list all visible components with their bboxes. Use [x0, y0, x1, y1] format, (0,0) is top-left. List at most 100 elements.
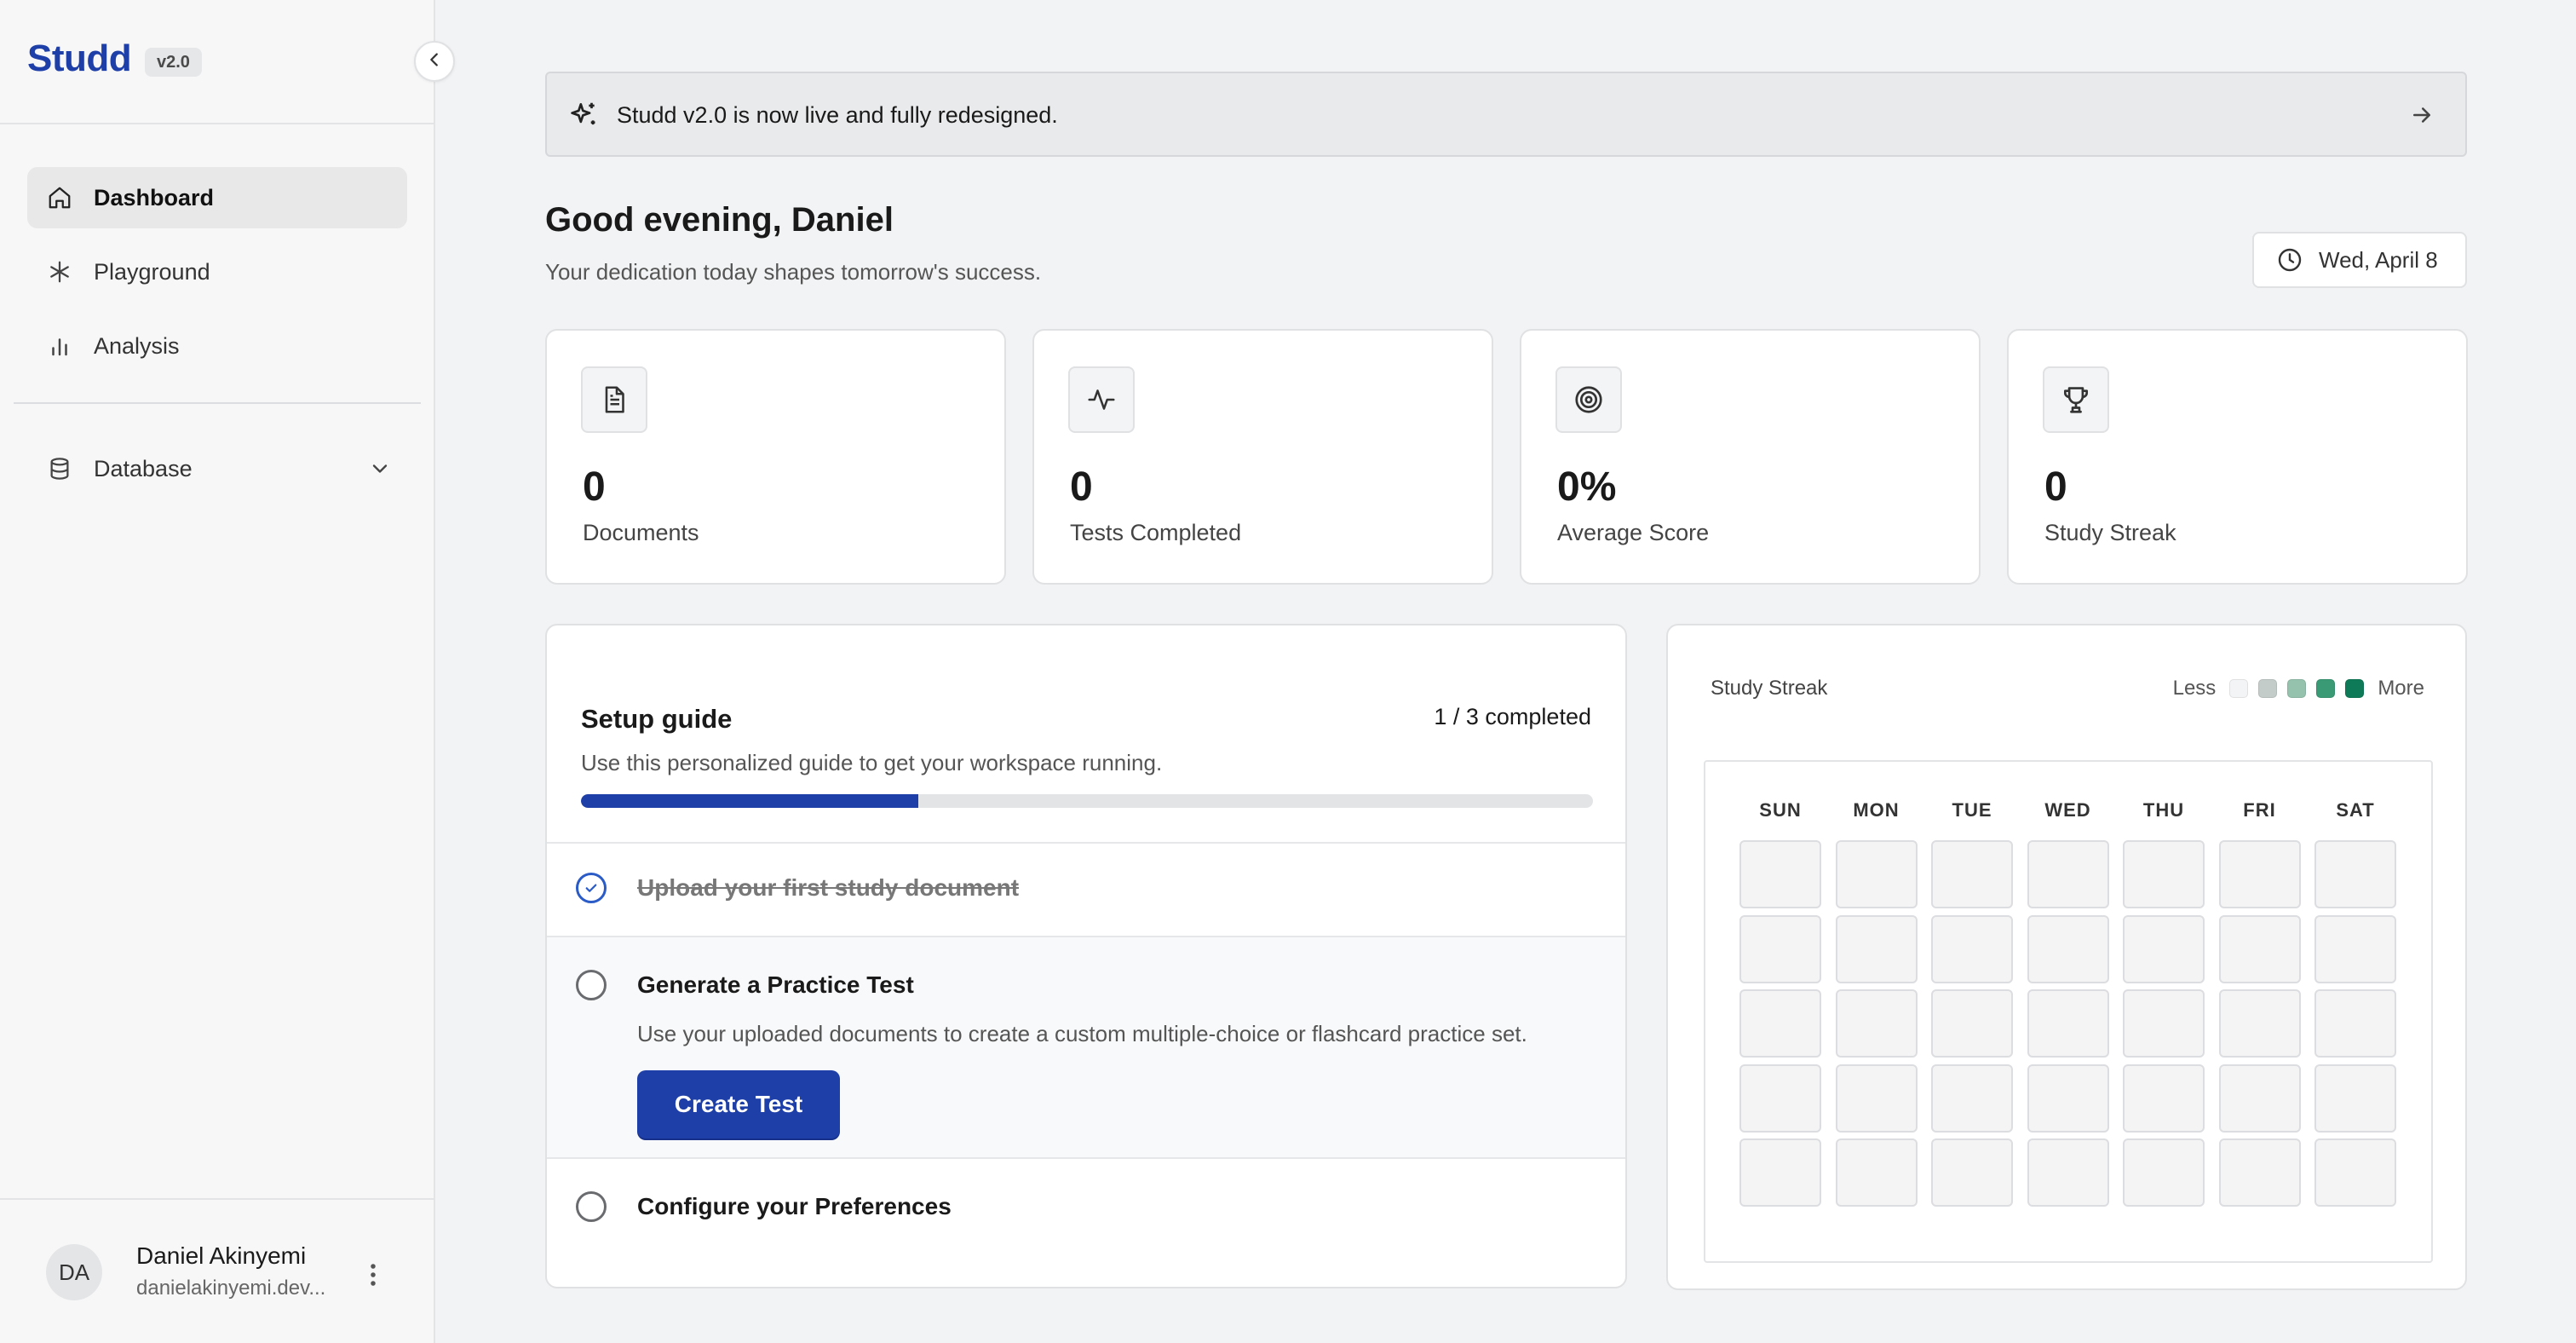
trophy-icon: [2043, 366, 2109, 433]
current-date: Wed, April 8: [2319, 246, 2438, 273]
avatar: DA: [46, 1244, 102, 1300]
calendar-day-cell: [2218, 1138, 2301, 1207]
legend-swatch: [2316, 679, 2336, 698]
arrow-right-icon[interactable]: [2409, 102, 2435, 132]
activity-icon: [1068, 366, 1135, 433]
database-icon: [46, 455, 73, 482]
calendar-day-cell: [2218, 840, 2301, 908]
stat-card-documents[interactable]: 0 Documents: [545, 329, 1006, 585]
collapse-sidebar-button[interactable]: [414, 41, 455, 82]
calendar-day-cell: [2123, 840, 2205, 908]
calendar-day-cell: [1931, 914, 2013, 983]
sidebar-item-label: Database: [94, 455, 193, 481]
calendar-day-cell: [2123, 1063, 2205, 1133]
setup-step-upload[interactable]: Upload your first study document: [547, 842, 1625, 936]
check-circle-icon[interactable]: [576, 873, 607, 903]
setup-guide-title: Setup guide: [581, 704, 733, 734]
setup-progress-fill: [581, 794, 918, 808]
setup-progress-text: 1 / 3 completed: [1434, 704, 1591, 729]
calendar-day-cell: [2123, 1138, 2205, 1207]
user-profile[interactable]: DA Daniel Akinyemi danielakinyemi.dev...: [0, 1198, 434, 1343]
sidebar-item-playground[interactable]: Playground: [27, 241, 407, 303]
clock-icon: [2276, 246, 2303, 274]
calendar-day-cell: [2027, 840, 2109, 908]
sidebar-header: Studd v2.0: [0, 0, 434, 124]
page-title: Good evening, Daniel: [545, 201, 894, 239]
calendar-day-cell: [2314, 989, 2396, 1058]
setup-guide: Setup guide 1 / 3 completed Use this per…: [545, 624, 1627, 1288]
more-vertical-icon[interactable]: [363, 1258, 383, 1292]
streak-legend: Less More: [2173, 677, 2424, 700]
calendar-day-cell: [1739, 1063, 1821, 1133]
chevron-left-icon: [425, 50, 444, 73]
day-of-week-label: WED: [2044, 799, 2091, 821]
legend-more-label: More: [2378, 677, 2424, 700]
calendar-day-cell: [1739, 989, 1821, 1058]
stat-card-tests[interactable]: 0 Tests Completed: [1032, 329, 1493, 585]
step-title: Configure your Preferences: [637, 1193, 952, 1219]
calendar-day-cell: [2218, 1063, 2301, 1133]
circle-icon[interactable]: [576, 1191, 607, 1222]
calendar-day-cell: [1835, 1063, 1918, 1133]
sidebar-item-analysis[interactable]: Analysis: [27, 315, 407, 377]
sidebar-item-dashboard[interactable]: Dashboard: [27, 167, 407, 228]
home-icon: [46, 184, 73, 211]
step-description: Use your uploaded documents to create a …: [637, 1021, 1527, 1046]
legend-swatch: [2287, 679, 2307, 698]
legend-swatch: [2229, 679, 2249, 698]
day-of-week-label: MON: [1853, 799, 1900, 821]
stat-card-study-streak[interactable]: 0 Study Streak: [2007, 329, 2468, 585]
calendar-day-cell: [2027, 989, 2109, 1058]
calendar-day-cell: [2027, 1063, 2109, 1133]
circle-icon[interactable]: [576, 970, 607, 1000]
stat-value: 0: [2044, 464, 2067, 510]
sidebar-item-label: Analysis: [94, 332, 180, 359]
date-chip[interactable]: Wed, April 8: [2252, 232, 2467, 288]
legend-swatch: [2258, 679, 2278, 698]
calendar-day-cell: [2314, 914, 2396, 983]
calendar-day-cell: [1931, 840, 2013, 908]
sidebar: Studd v2.0 Dashboard Playground Analysis: [0, 0, 435, 1343]
sidebar-nav: Dashboard Playground Analysis: [27, 167, 407, 389]
calendar-day-cell: [2314, 1138, 2396, 1207]
streak-title: Study Streak: [1711, 677, 1828, 700]
stat-label: Average Score: [1557, 520, 1710, 545]
step-title: Generate a Practice Test: [637, 971, 914, 998]
calendar-day-cell: [1931, 1063, 2013, 1133]
user-email: danielakinyemi.dev...: [136, 1277, 326, 1300]
chevron-down-icon[interactable]: [368, 457, 392, 487]
nav-divider: [14, 402, 421, 404]
calendar-day-cell: [1739, 840, 1821, 908]
bar-chart-icon: [46, 332, 73, 360]
sparkles-icon: [567, 99, 600, 135]
target-icon: [1555, 366, 1622, 433]
stat-card-average-score[interactable]: 0% Average Score: [1520, 329, 1981, 585]
announcement-text: Studd v2.0 is now live and fully redesig…: [617, 102, 1058, 128]
stat-label: Documents: [583, 520, 699, 545]
create-test-button[interactable]: Create Test: [637, 1070, 840, 1138]
brand-logo[interactable]: Studd: [27, 37, 132, 80]
stat-label: Tests Completed: [1070, 520, 1242, 545]
calendar-day-cell: [2123, 989, 2205, 1058]
document-icon: [581, 366, 647, 433]
day-of-week-label: TUE: [1952, 799, 1992, 821]
announcement-banner[interactable]: Studd v2.0 is now live and fully redesig…: [545, 72, 2467, 157]
stat-value: 0: [1070, 464, 1093, 510]
calendar-day-cell: [1931, 989, 2013, 1058]
setup-step-practice-test[interactable]: Generate a Practice Test Use your upload…: [547, 936, 1625, 1157]
legend-less-label: Less: [2172, 677, 2217, 700]
stat-value: 0: [583, 464, 606, 510]
streak-calendar: SUN MON TUE WED THU FRI SAT: [1704, 760, 2433, 1263]
user-name: Daniel Akinyemi: [136, 1242, 307, 1269]
calendar-day-cell: [1835, 914, 1918, 983]
calendar-day-cell: [1835, 840, 1918, 908]
page-subtitle: Your dedication today shapes tomorrow's …: [545, 259, 1042, 285]
stat-value: 0%: [1557, 464, 1617, 510]
day-of-week-label: SUN: [1759, 799, 1802, 821]
calendar-day-cell: [1739, 1138, 1821, 1207]
calendar-day-cell: [2123, 914, 2205, 983]
step-title: Upload your first study document: [637, 874, 1020, 901]
setup-step-preferences[interactable]: Configure your Preferences: [547, 1157, 1625, 1287]
setup-guide-description: Use this personalized guide to get your …: [581, 750, 1163, 775]
sidebar-item-database[interactable]: Database: [27, 438, 407, 499]
